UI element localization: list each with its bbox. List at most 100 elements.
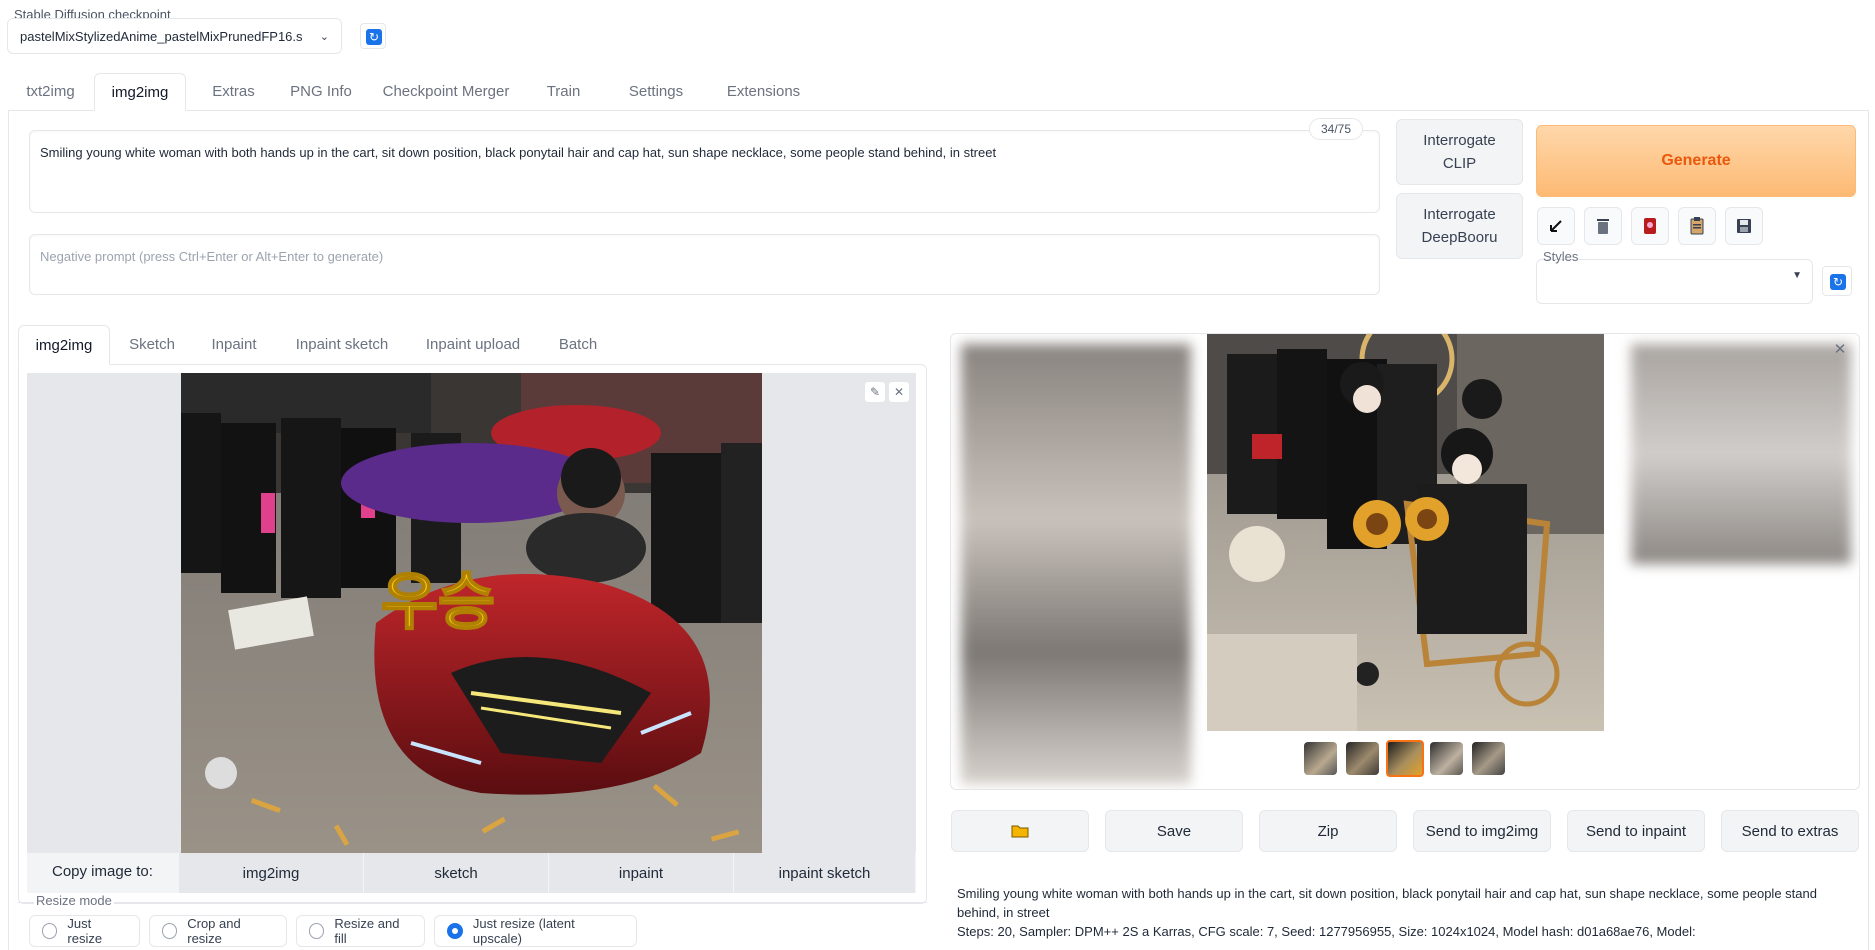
generation-info: Smiling young white woman with both hand… — [957, 884, 1857, 941]
token-counter: 34/75 — [1309, 118, 1363, 140]
interrogate-clip-label: Interrogate CLIP — [1423, 132, 1496, 172]
generate-button[interactable]: Generate — [1536, 125, 1856, 197]
interrogate-deepbooru-button[interactable]: Interrogate DeepBooru — [1396, 193, 1523, 259]
radio-circle-selected — [447, 923, 463, 939]
open-folder-button[interactable] — [951, 810, 1089, 852]
arrow-read-icon — [1550, 220, 1562, 232]
styles-select[interactable]: ▼ — [1536, 259, 1813, 304]
input-overlay-text: 우승 — [381, 565, 495, 638]
tab-settings[interactable]: Settings — [606, 73, 706, 111]
clear-image-button[interactable]: ✕ — [888, 381, 910, 403]
send-to-img2img-button[interactable]: Send to img2img — [1413, 810, 1551, 852]
zip-button[interactable]: Zip — [1259, 810, 1397, 852]
radio-just-resize[interactable]: Just resize — [29, 915, 140, 947]
radio-circle — [309, 923, 325, 939]
subtab-sketch[interactable]: Sketch — [118, 325, 186, 365]
caret-down-icon: ▼ — [1792, 270, 1802, 281]
resize-mode-label: Resize mode — [34, 893, 114, 908]
input-image: 우승 — [181, 373, 762, 853]
radio-circle — [162, 923, 178, 939]
subtab-inpaint-sketch[interactable]: Inpaint sketch — [283, 325, 401, 365]
resize-divider — [18, 902, 927, 903]
copy-to-inpaint-sketch-button[interactable]: inpaint sketch — [734, 853, 916, 893]
tab-extensions[interactable]: Extensions — [706, 73, 821, 111]
styles-label: Styles — [1543, 249, 1579, 264]
gallery-thumbnail-selected[interactable] — [1386, 740, 1424, 777]
tab-png-info[interactable]: PNG Info — [271, 73, 371, 111]
prompt-text: Smiling young white woman with both hand… — [40, 145, 997, 160]
refresh-checkpoint-button[interactable]: ↻ — [360, 23, 386, 49]
save-button[interactable]: Save — [1105, 810, 1243, 852]
output-picture — [1207, 334, 1604, 731]
save-icon — [1737, 219, 1751, 233]
radio-just-resize-latent[interactable]: Just resize (latent upscale) — [434, 915, 637, 947]
gallery-thumbnail[interactable] — [1346, 742, 1379, 775]
apply-style-button[interactable] — [1678, 207, 1716, 245]
radio-label: Crop and resize — [187, 916, 241, 946]
zip-label: Zip — [1317, 822, 1339, 840]
tab-txt2img[interactable]: txt2img — [8, 73, 93, 111]
tab-extras[interactable]: Extras — [196, 73, 271, 111]
send-to-inpaint-button[interactable]: Send to inpaint — [1567, 810, 1705, 852]
tab-img2img[interactable]: img2img — [94, 73, 186, 111]
extra-networks-button[interactable] — [1631, 207, 1669, 245]
input-photo: 우승 — [181, 373, 762, 853]
copy-to-img2img-button[interactable]: img2img — [179, 853, 364, 893]
radio-resize-and-fill[interactable]: Resize and fill — [296, 915, 425, 947]
interrogate-clip-button[interactable]: Interrogate CLIP — [1396, 119, 1523, 185]
read-params-button[interactable] — [1537, 207, 1575, 245]
clear-prompt-button[interactable] — [1584, 207, 1622, 245]
subtab-inpaint-upload[interactable]: Inpaint upload — [413, 325, 533, 365]
gallery-thumbnail[interactable] — [1304, 742, 1337, 775]
tab-train[interactable]: Train — [521, 73, 606, 111]
copy-target-label: inpaint sketch — [778, 864, 871, 882]
radio-crop-and-resize[interactable]: Crop and resize — [149, 915, 287, 947]
subtab-batch[interactable]: Batch — [547, 325, 609, 365]
chevron-down-icon: ⌄ — [319, 31, 329, 43]
checkpoint-select[interactable]: pastelMixStylizedAnime_pastelMixPrunedFP… — [7, 18, 342, 54]
checkpoint-value: pastelMixStylizedAnime_pastelMixPrunedFP… — [20, 29, 303, 44]
output-image[interactable] — [1207, 334, 1604, 731]
copy-target-label: sketch — [434, 864, 478, 882]
radio-circle — [42, 923, 58, 939]
refresh-styles-button[interactable]: ↻ — [1822, 266, 1852, 296]
blurred-image-left — [961, 344, 1191, 784]
close-icon: ✕ — [893, 385, 905, 399]
subtab-img2img[interactable]: img2img — [18, 325, 110, 365]
copy-target-label: img2img — [242, 864, 300, 882]
generation-info-params: Steps: 20, Sampler: DPM++ 2S a Karras, C… — [957, 924, 1696, 939]
save-style-button[interactable] — [1725, 207, 1763, 245]
radio-label: Just resize — [67, 916, 103, 946]
negative-prompt-input[interactable]: Negative prompt (press Ctrl+Enter or Alt… — [29, 234, 1380, 295]
generation-info-prompt: Smiling young white woman with both hand… — [957, 886, 1817, 920]
close-icon[interactable]: ✕ — [1831, 341, 1849, 359]
copy-to-sketch-button[interactable]: sketch — [364, 853, 549, 893]
gallery-thumbnail[interactable] — [1472, 742, 1505, 775]
send-to-img2img-label: Send to img2img — [1425, 822, 1539, 840]
refresh-icon: ↻ — [366, 29, 382, 45]
save-label: Save — [1156, 822, 1192, 840]
clipboard-icon — [1690, 217, 1704, 235]
folder-icon — [1011, 825, 1029, 838]
refresh-icon: ↻ — [1830, 274, 1846, 290]
gallery-thumbnail[interactable] — [1430, 742, 1463, 775]
blurred-image-right — [1631, 344, 1851, 564]
negative-prompt-placeholder: Negative prompt (press Ctrl+Enter or Alt… — [40, 249, 384, 264]
send-to-inpaint-label: Send to inpaint — [1585, 822, 1687, 840]
radio-label: Just resize (latent upscale) — [472, 916, 575, 946]
pencil-icon: ✎ — [869, 385, 881, 399]
copy-image-label: Copy image to: — [52, 863, 153, 880]
send-to-extras-label: Send to extras — [1741, 822, 1839, 840]
edit-image-button[interactable]: ✎ — [864, 381, 886, 403]
send-to-extras-button[interactable]: Send to extras — [1721, 810, 1859, 852]
trash-icon — [1597, 219, 1609, 234]
tab-checkpoint-merger[interactable]: Checkpoint Merger — [371, 73, 521, 111]
radio-label: Resize and fill — [334, 916, 400, 946]
prompt-input[interactable]: Smiling young white woman with both hand… — [29, 130, 1380, 213]
generate-label: Generate — [1661, 152, 1731, 169]
subtab-inpaint[interactable]: Inpaint — [198, 325, 270, 365]
copy-target-label: inpaint — [618, 864, 664, 882]
interrogate-deepbooru-label: Interrogate DeepBooru — [1421, 206, 1498, 246]
model-card-icon — [1644, 218, 1656, 234]
copy-to-inpaint-button[interactable]: inpaint — [549, 853, 734, 893]
